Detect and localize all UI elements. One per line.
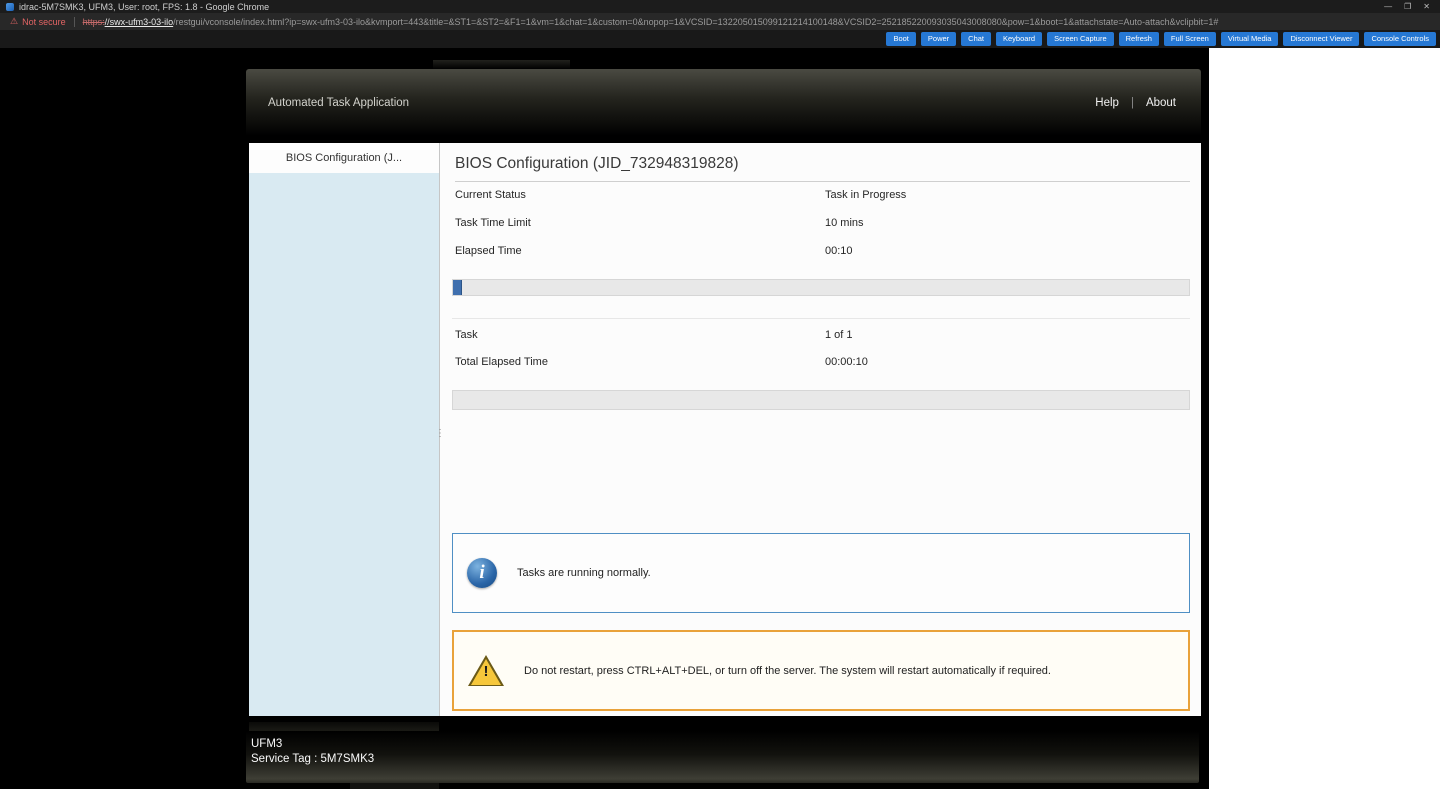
field-label: Current Status bbox=[455, 189, 526, 201]
not-secure-warning-icon: ⚠ bbox=[10, 16, 18, 27]
sidebar-item-bios-configuration[interactable]: BIOS Configuration (J... bbox=[249, 143, 439, 173]
warning-icon: ! bbox=[468, 655, 504, 686]
not-secure-label: Not secure bbox=[22, 17, 66, 27]
total-progress-bar bbox=[452, 390, 1190, 410]
field-row: Current Status Task in Progress bbox=[455, 189, 1190, 201]
field-row: Total Elapsed Time 00:00:10 bbox=[455, 356, 1190, 368]
header-tab bbox=[433, 60, 570, 69]
footer-tab-below bbox=[350, 783, 439, 789]
app-footer: UFM3 Service Tag : 5M7SMK3 bbox=[246, 731, 1199, 783]
task-sidebar: BIOS Configuration (J... bbox=[249, 143, 440, 716]
warning-exclamation: ! bbox=[468, 664, 504, 679]
section-divider bbox=[452, 318, 1190, 319]
info-icon: i bbox=[467, 558, 497, 588]
field-label: Elapsed Time bbox=[455, 245, 522, 257]
chat-button[interactable]: Chat bbox=[961, 32, 991, 46]
full-screen-button[interactable]: Full Screen bbox=[1164, 32, 1216, 46]
sidebar-item-label: BIOS Configuration (J... bbox=[286, 152, 402, 164]
field-row: Task Time Limit 10 mins bbox=[455, 217, 1190, 229]
virtual-media-button[interactable]: Virtual Media bbox=[1221, 32, 1279, 46]
refresh-button[interactable]: Refresh bbox=[1119, 32, 1159, 46]
help-link[interactable]: Help bbox=[1095, 97, 1119, 109]
url-separator bbox=[74, 17, 75, 27]
field-label: Task bbox=[455, 329, 478, 341]
field-row: Task 1 of 1 bbox=[455, 329, 1190, 341]
footer-tab-above bbox=[249, 722, 439, 731]
restore-icon[interactable]: ❐ bbox=[1404, 2, 1411, 11]
field-row: Elapsed Time 00:10 bbox=[455, 245, 1190, 257]
favicon bbox=[6, 3, 14, 11]
field-value: 00:00:10 bbox=[825, 356, 868, 368]
task-detail-panel: BIOS Configuration (JID_732948319828) Cu… bbox=[441, 143, 1201, 716]
info-message-box: i Tasks are running normally. bbox=[452, 533, 1190, 613]
disconnect-viewer-button[interactable]: Disconnect Viewer bbox=[1283, 32, 1359, 46]
footer-system-name: UFM3 bbox=[251, 738, 1199, 750]
title-divider bbox=[455, 181, 1190, 182]
screen-capture-button[interactable]: Screen Capture bbox=[1047, 32, 1114, 46]
header-links-separator: | bbox=[1131, 97, 1134, 109]
field-value: Task in Progress bbox=[825, 189, 906, 201]
field-label: Task Time Limit bbox=[455, 217, 531, 229]
minimize-icon[interactable]: — bbox=[1384, 2, 1392, 11]
window-titlebar: idrac-5M7SMK3, UFM3, User: root, FPS: 1.… bbox=[0, 0, 1440, 13]
warning-message-box: ! Do not restart, press CTRL+ALT+DEL, or… bbox=[452, 630, 1190, 711]
console-controls-button[interactable]: Console Controls bbox=[1364, 32, 1436, 46]
screen: idrac-5M7SMK3, UFM3, User: root, FPS: 1.… bbox=[0, 0, 1440, 789]
window-title: idrac-5M7SMK3, UFM3, User: root, FPS: 1.… bbox=[19, 2, 1384, 12]
url-scheme: https: bbox=[83, 17, 105, 27]
viewer-toolbar: Boot Power Chat Keyboard Screen Capture … bbox=[0, 30, 1440, 48]
url-host: //swx-ufm3-03-ilo bbox=[105, 17, 174, 27]
task-progress-bar bbox=[452, 279, 1190, 296]
boot-button[interactable]: Boot bbox=[886, 32, 915, 46]
keyboard-button[interactable]: Keyboard bbox=[996, 32, 1042, 46]
field-value: 00:10 bbox=[825, 245, 853, 257]
field-value: 1 of 1 bbox=[825, 329, 853, 341]
app-content: BIOS Configuration (J... ⋮ BIOS Configur… bbox=[249, 143, 1201, 716]
field-label: Total Elapsed Time bbox=[455, 356, 548, 368]
task-progress-fill bbox=[453, 280, 462, 295]
field-value: 10 mins bbox=[825, 217, 864, 229]
info-message: Tasks are running normally. bbox=[517, 567, 651, 579]
close-icon[interactable]: ✕ bbox=[1423, 2, 1430, 11]
app-title: Automated Task Application bbox=[268, 97, 409, 109]
about-link[interactable]: About bbox=[1146, 97, 1176, 109]
footer-service-tag: Service Tag : 5M7SMK3 bbox=[251, 753, 1199, 765]
app-header: Automated Task Application Help | About bbox=[246, 69, 1201, 136]
url-path: /restgui/vconsole/index.html?ip=swx-ufm3… bbox=[173, 17, 1218, 27]
warning-message: Do not restart, press CTRL+ALT+DEL, or t… bbox=[524, 665, 1051, 677]
address-bar[interactable]: ⚠ Not secure https://swx-ufm3-03-ilo/res… bbox=[0, 13, 1440, 30]
power-button[interactable]: Power bbox=[921, 32, 956, 46]
page-title: BIOS Configuration (JID_732948319828) bbox=[455, 155, 739, 173]
